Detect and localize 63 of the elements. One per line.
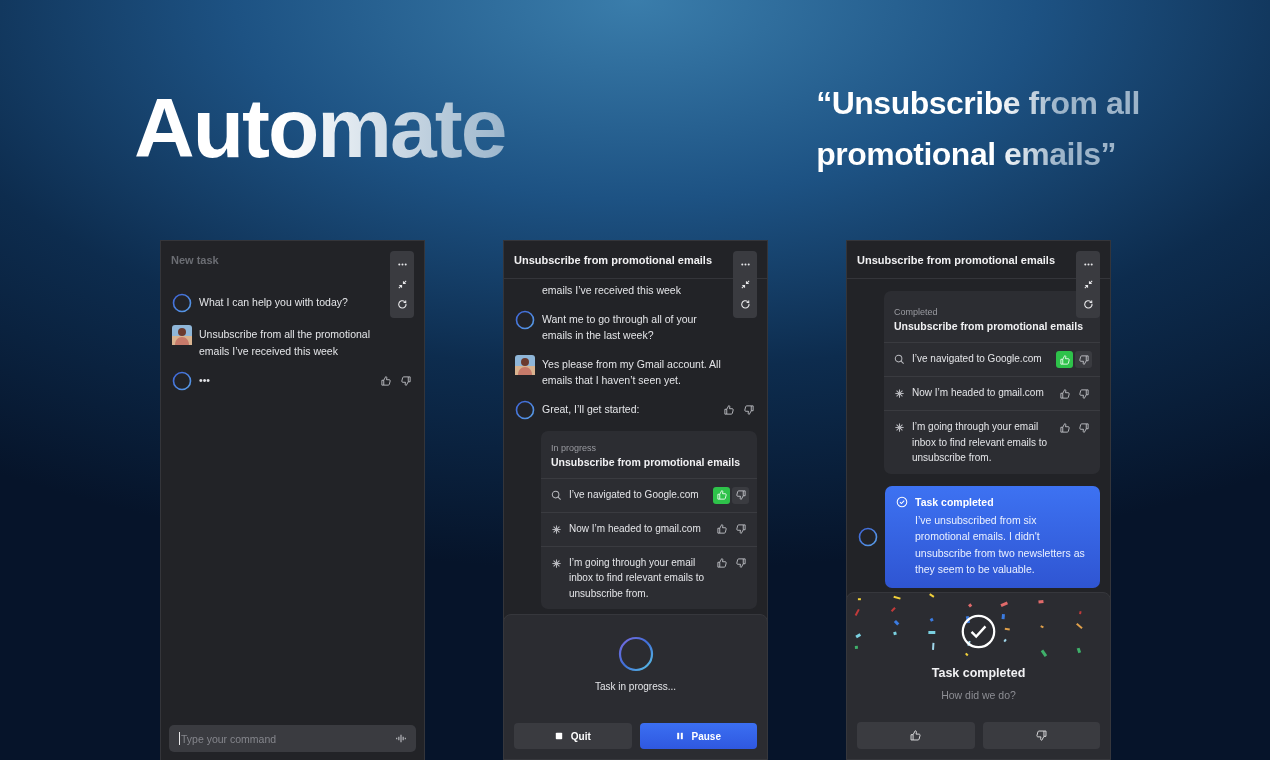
pause-icon — [675, 732, 684, 740]
result-text: I’ve unsubscribed from six promotional emails. I didn't unsubscribe from two newsletters as they seem to be valuable. — [914, 512, 1086, 577]
assistant-ring-icon — [515, 399, 535, 420]
rating-title: Task completed — [931, 666, 1026, 680]
sparkle-icon — [551, 557, 562, 569]
thumbs-up-icon — [909, 729, 923, 742]
step-text: I’ve navigated to Google.com — [912, 352, 1043, 366]
message-text: Yes please from my Gmail account. All emails that I haven’t seen yet. — [542, 356, 722, 388]
result-title: Task completed — [915, 495, 994, 508]
task-status: In progress — [551, 442, 598, 453]
task-status: Completed — [894, 307, 939, 317]
message-text: Unsubscribe from all the promotional emails I’ve received this week — [199, 327, 371, 359]
message-text: emails I’ve received this week — [542, 283, 682, 298]
check-circle-icon — [960, 613, 997, 650]
step-text: I’m going through your email inbox to find relevant emails to unsubscribe from. — [912, 420, 1049, 465]
sparkle-icon — [894, 422, 905, 433]
collapse-icon[interactable] — [739, 279, 751, 290]
thumbs-down-icon[interactable] — [743, 403, 755, 416]
thumbs-down-button[interactable] — [982, 722, 1100, 749]
refresh-icon[interactable] — [396, 298, 408, 310]
thumbs-up-button[interactable] — [713, 486, 730, 504]
thumbs-down-icon — [1034, 729, 1048, 742]
pause-button[interactable]: Pause — [639, 723, 757, 749]
panel-title: Unsubscribe from promotional emails — [857, 253, 1056, 266]
thumbs-up-icon[interactable] — [723, 403, 735, 416]
refresh-icon[interactable] — [1082, 298, 1094, 310]
thumbs-up-icon[interactable] — [380, 375, 392, 387]
thumbs-down-button[interactable] — [732, 486, 749, 504]
message-text: Great, I’ll get started: — [542, 401, 641, 417]
sparkle-icon — [551, 523, 562, 535]
thumbs-up-button[interactable] — [857, 722, 975, 749]
progress-status: Task in progress... — [594, 681, 677, 692]
collapse-icon[interactable] — [1082, 279, 1094, 290]
stop-icon — [554, 732, 563, 740]
assistant-ring-icon — [172, 293, 192, 313]
spinner-icon — [617, 636, 654, 672]
message-text: ••• — [199, 373, 212, 388]
message-text: Want me to go through all of your emails in the last week? — [542, 311, 698, 343]
check-circle-icon — [896, 495, 908, 508]
message-text: What I can help you with today? — [199, 295, 349, 310]
search-icon — [551, 489, 562, 501]
step-text: Now I’m headed to gmail.com — [912, 386, 1045, 400]
assistant-ring-icon — [515, 309, 535, 330]
assistant-ring-icon — [858, 526, 878, 547]
command-input[interactable]: Type your command — [169, 725, 416, 752]
step-text: I’m going through your email inbox to find relevant emails to unsubscribe from. — [569, 555, 706, 601]
panel-title: New task — [171, 253, 219, 266]
task-title: Unsubscribe from promotional emails — [551, 455, 742, 468]
refresh-icon[interactable] — [739, 298, 751, 310]
assistant-ring-icon — [172, 371, 192, 391]
thumbs-down-button[interactable] — [1075, 351, 1092, 368]
collapse-icon[interactable] — [396, 279, 408, 290]
step-text: I’ve navigated to Google.com — [569, 487, 700, 502]
quit-button[interactable]: Quit — [514, 723, 632, 749]
voice-icon[interactable] — [395, 733, 407, 744]
task-title: Unsubscribe from promotional emails — [894, 320, 1085, 332]
thumbs-down-icon[interactable] — [400, 375, 412, 387]
thumbs-up-button[interactable] — [1056, 351, 1073, 368]
step-text: Now I’m headed to gmail.com — [569, 521, 702, 536]
search-icon — [894, 354, 905, 365]
rating-question: How did we do? — [941, 689, 1016, 701]
panel-title: Unsubscribe from promotional emails — [514, 253, 713, 266]
sparkle-icon — [894, 388, 905, 399]
